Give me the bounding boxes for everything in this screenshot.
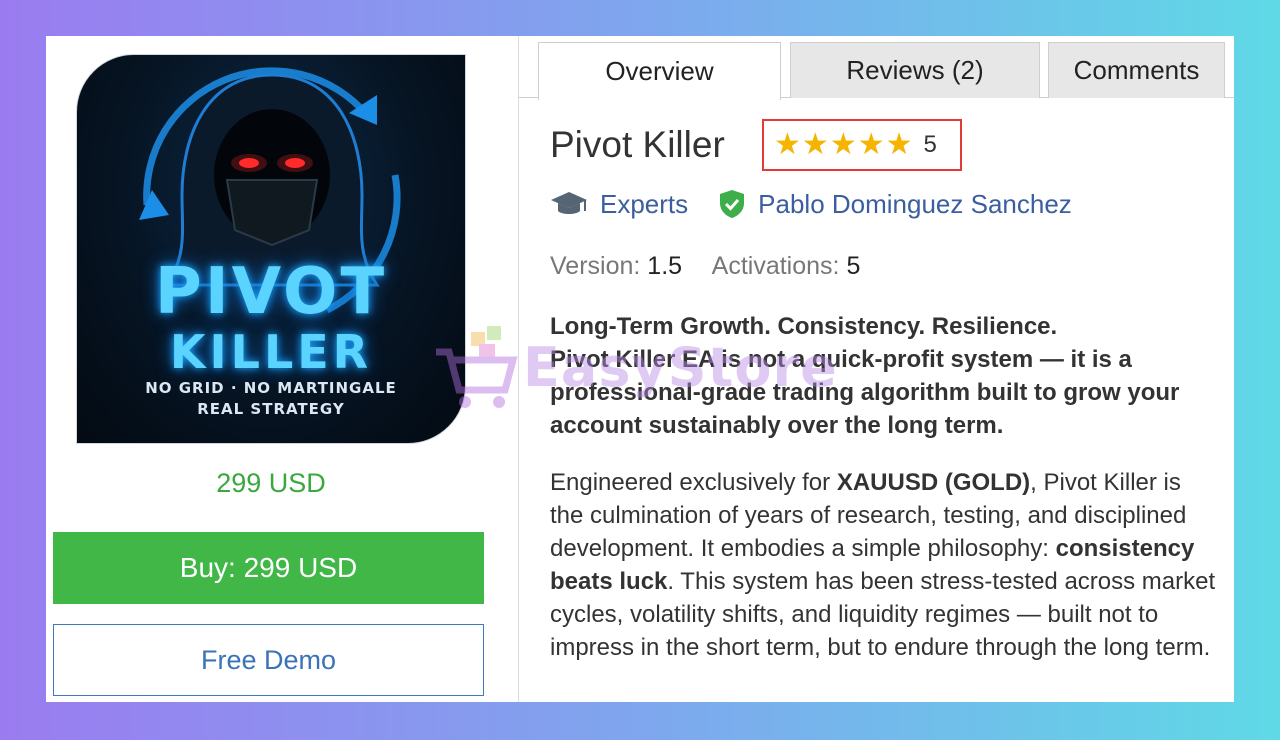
author-link[interactable]: Pablo Dominguez Sanchez <box>758 189 1072 220</box>
image-title-line1: PIVOT <box>154 255 388 329</box>
watermark-text: EasyStore <box>523 336 838 399</box>
store-watermark: EasyStore <box>431 322 861 418</box>
product-title: Pivot Killer <box>550 124 725 165</box>
product-price: 299 USD <box>216 468 326 498</box>
product-stats: Version: 1.5 Activations: 5 <box>550 252 884 281</box>
rating-value: 5 <box>923 131 937 158</box>
star-icon: ★ <box>774 127 801 162</box>
free-demo-button[interactable]: Free Demo <box>53 624 484 696</box>
tab-reviews[interactable]: Reviews (2) <box>790 42 1040 98</box>
star-icon: ★ <box>857 127 885 162</box>
activations-label: Activations: <box>711 252 840 280</box>
product-meta-row: Experts Pablo Dominguez Sanchez <box>550 186 1072 222</box>
description-text: Engineered exclusively for <box>550 469 837 496</box>
description-body: Engineered exclusively for XAUUSD (GOLD)… <box>550 466 1218 664</box>
version-value: 1.5 <box>647 252 683 280</box>
category-link[interactable]: Experts <box>600 189 688 220</box>
star-icon: ★ <box>829 127 857 162</box>
activations-value: 5 <box>846 252 861 280</box>
description-symbol: XAUUSD (GOLD) <box>836 469 1031 496</box>
star-icon: ★ <box>801 127 829 162</box>
rating-highlight: ★ ★ ★ ★ ★ 5 <box>762 119 962 171</box>
version-label: Version: <box>550 252 641 280</box>
image-title-line2: KILLER <box>169 325 373 379</box>
image-subtitle-line2: REAL STRATEGY <box>197 400 345 418</box>
product-image: PIVOT KILLER NO GRID · NO MARTINGALE REA… <box>76 54 466 444</box>
product-card: PIVOT KILLER NO GRID · NO MARTINGALE REA… <box>46 36 1234 702</box>
graduation-cap-icon <box>551 192 587 214</box>
buy-button[interactable]: Buy: 299 USD <box>53 532 484 604</box>
shield-check-icon <box>720 190 745 218</box>
shopping-cart-icon <box>436 326 518 408</box>
tab-overview[interactable]: Overview <box>538 42 781 100</box>
tab-comments[interactable]: Comments <box>1048 42 1225 98</box>
star-icon: ★ <box>885 127 913 162</box>
image-subtitle-line1: NO GRID · NO MARTINGALE <box>145 379 397 397</box>
